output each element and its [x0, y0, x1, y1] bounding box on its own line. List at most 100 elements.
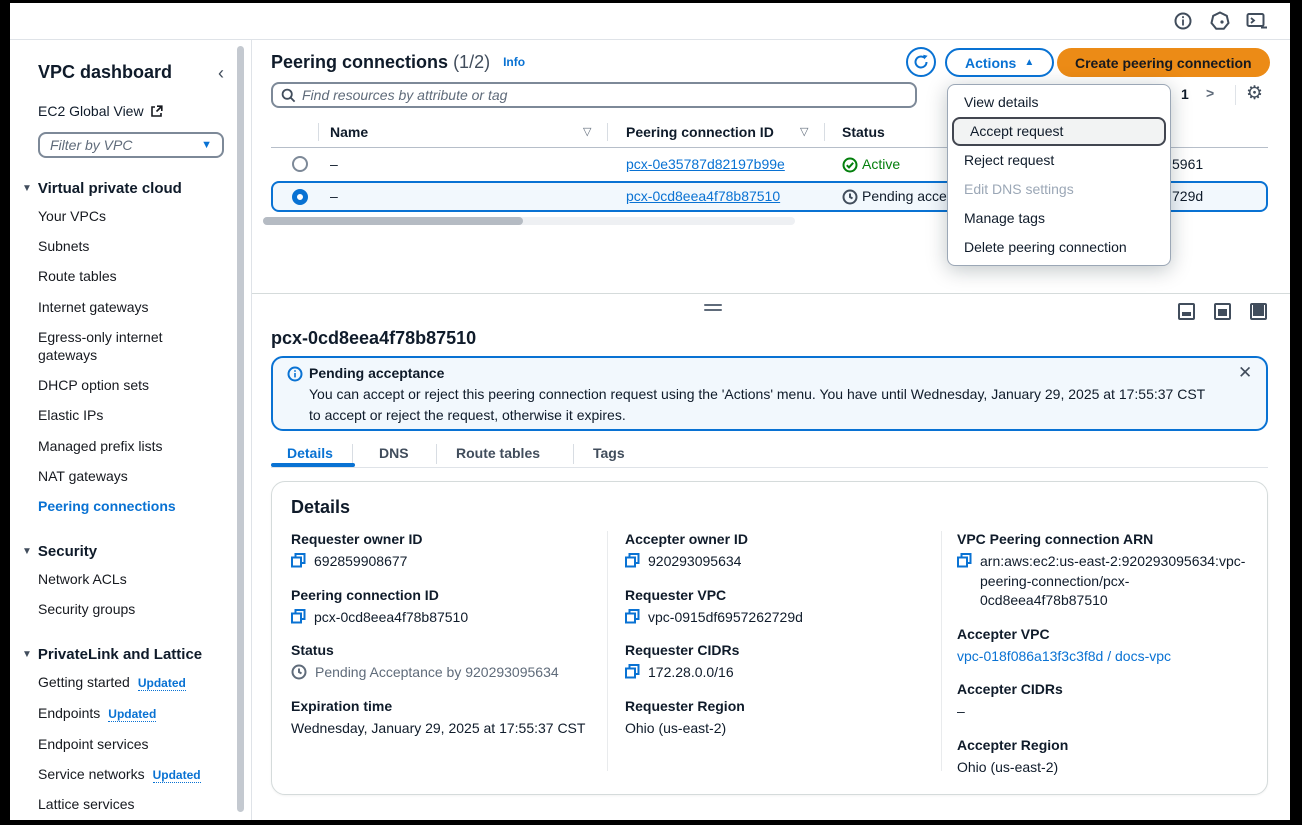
sidebar-item-lattice-services[interactable]: Lattice services	[38, 789, 224, 819]
accepter-vpc-link[interactable]: vpc-018f086a13f3c3f8d / docs-vpc	[957, 647, 1171, 667]
row-radio-unselected[interactable]	[292, 156, 308, 172]
horizontal-scrollbar-thumb[interactable]	[263, 217, 523, 225]
top-navigation-bar	[10, 3, 1290, 40]
chevron-down-icon: ▼	[201, 139, 212, 151]
sidebar-item-dhcp-option-sets[interactable]: DHCP option sets	[38, 370, 224, 400]
sidebar-item-network-acls[interactable]: Network ACLs	[38, 564, 224, 594]
field-requester-owner-id: Requester owner ID 692859908677	[291, 531, 591, 572]
panel-split-divider	[252, 293, 1290, 294]
sidebar-item-endpoints[interactable]: EndpointsUpdated	[38, 698, 224, 729]
column-separator	[318, 123, 319, 141]
panel-size-medium-icon[interactable]	[1214, 303, 1231, 320]
details-column-3: VPC Peering connection ARN arn:aws:ec2:u…	[957, 531, 1247, 793]
copy-icon[interactable]	[625, 609, 640, 624]
field-accepter-vpc: Accepter VPC vpc-018f086a13f3c3f8d / doc…	[957, 626, 1247, 667]
table-settings-gear-icon[interactable]: ⚙	[1246, 82, 1263, 105]
info-icon[interactable]	[1173, 11, 1193, 31]
section-caret-icon: ▼	[22, 546, 32, 557]
field-status: Status Pending Acceptance by 92029309563…	[291, 642, 591, 683]
tab-bottom-divider	[271, 467, 1268, 468]
actions-dropdown-menu: View details Accept request Reject reque…	[947, 84, 1171, 266]
cloudshell-icon[interactable]	[1246, 11, 1266, 31]
sidebar-collapse-icon[interactable]: ‹	[218, 64, 224, 82]
tab-separator	[352, 444, 353, 464]
copy-icon[interactable]	[957, 553, 972, 568]
close-icon[interactable]: ✕	[1238, 363, 1252, 383]
sidebar-item-getting-started[interactable]: Getting startedUpdated	[38, 667, 224, 698]
cell-name: –	[330, 156, 338, 172]
column-divider	[607, 531, 608, 771]
page-title: Peering connections (1/2) Info	[271, 52, 525, 73]
panel-size-small-icon[interactable]	[1178, 303, 1195, 320]
tab-route-tables[interactable]: Route tables	[456, 445, 540, 461]
sidebar-item-elastic-ips[interactable]: Elastic IPs	[38, 400, 224, 430]
column-header-status[interactable]: Status	[842, 124, 885, 140]
column-header-peering-connection-id[interactable]: Peering connection ID	[626, 124, 774, 140]
sidebar-item-subnets[interactable]: Subnets	[38, 231, 224, 261]
copy-icon[interactable]	[625, 553, 640, 568]
status-active-icon	[842, 157, 858, 178]
chevron-up-icon: ▲	[1024, 57, 1034, 68]
tab-separator	[436, 444, 437, 464]
tab-tags[interactable]: Tags	[593, 445, 625, 461]
refresh-icon	[913, 54, 929, 70]
menu-item-accept-request[interactable]: Accept request	[952, 117, 1166, 146]
sidebar-section-virtual-private-cloud[interactable]: ▼ Virtual private cloud	[22, 180, 224, 197]
panel-size-large-icon[interactable]	[1250, 303, 1267, 320]
sidebar-item-endpoint-services[interactable]: Endpoint services	[38, 729, 224, 759]
create-peering-connection-button[interactable]: Create peering connection	[1057, 48, 1270, 77]
refresh-button[interactable]	[906, 47, 936, 77]
peering-connection-id-link[interactable]: pcx-0e35787d82197b99e	[626, 156, 785, 172]
search-box	[271, 82, 917, 108]
field-requester-region: Requester Region Ohio (us-east-2)	[625, 698, 925, 739]
tab-dns[interactable]: DNS	[379, 445, 409, 461]
sidebar-item-your-vpcs[interactable]: Your VPCs	[38, 201, 224, 231]
banner-text-line2: to accept or reject the request, otherwi…	[309, 407, 626, 423]
copy-icon[interactable]	[625, 664, 640, 679]
actions-button[interactable]: Actions ▲	[945, 48, 1054, 77]
banner-text-line1: You can accept or reject this peering co…	[309, 386, 1205, 402]
peering-connection-id-link[interactable]: pcx-0cd8eea4f78b87510	[626, 188, 780, 204]
copy-icon[interactable]	[291, 553, 306, 568]
filter-caret-icon[interactable]: ▽	[583, 125, 591, 138]
sidebar-item-internet-gateways[interactable]: Internet gateways	[38, 292, 224, 322]
tab-details[interactable]: Details	[287, 445, 333, 461]
cell-name: –	[330, 188, 338, 204]
panel-drag-handle[interactable]	[704, 304, 722, 312]
copy-icon[interactable]	[291, 609, 306, 624]
sidebar-section-security[interactable]: ▼ Security	[22, 543, 224, 560]
menu-item-reject-request[interactable]: Reject request	[948, 146, 1170, 175]
sidebar-item-security-groups[interactable]: Security groups	[38, 594, 224, 624]
clock-icon	[291, 664, 307, 680]
filter-by-vpc-select[interactable]: Filter by VPC ▼	[38, 132, 224, 158]
pagination-current-page[interactable]: 1	[1181, 86, 1189, 102]
filter-caret-icon[interactable]: ▽	[800, 125, 808, 138]
details-column-1: Requester owner ID 692859908677 Peering …	[291, 531, 591, 753]
search-icon	[281, 88, 296, 103]
sidebar-scrollbar[interactable]	[237, 46, 244, 812]
sidebar-item-nat-gateways[interactable]: NAT gateways	[38, 461, 224, 491]
sidebar-item-route-tables[interactable]: Route tables	[38, 261, 224, 291]
sidebar-item-peering-connections[interactable]: Peering connections	[38, 491, 224, 521]
pagination-next-icon[interactable]: >	[1206, 85, 1214, 101]
menu-item-delete-peering-connection[interactable]: Delete peering connection	[948, 233, 1170, 262]
field-requester-vpc: Requester VPC vpc-0915df6957262729d	[625, 587, 925, 628]
menu-item-manage-tags[interactable]: Manage tags	[948, 204, 1170, 233]
pagination-divider	[1235, 85, 1236, 105]
row-radio-selected[interactable]	[292, 189, 308, 205]
info-link[interactable]: Info	[503, 55, 525, 69]
external-link-icon	[150, 105, 163, 118]
sidebar-item-service-networks[interactable]: Service networksUpdated	[38, 759, 224, 790]
sidebar-item-egress-only-internet-gateways[interactable]: Egress-only internet gateways	[38, 322, 224, 370]
sidebar-item-managed-prefix-lists[interactable]: Managed prefix lists	[38, 431, 224, 461]
search-input[interactable]	[302, 87, 907, 103]
column-header-name[interactable]: Name	[330, 124, 368, 140]
sidebar-item-ec2-global-view[interactable]: EC2 Global View	[38, 103, 224, 119]
field-requester-cidrs: Requester CIDRs 172.28.0.0/16	[625, 642, 925, 683]
resource-count: (1/2)	[453, 52, 490, 72]
sidebar-section-privatelink-and-lattice[interactable]: ▼ PrivateLink and Lattice	[22, 646, 224, 663]
amazon-q-icon[interactable]	[1210, 11, 1230, 31]
sidebar-divider	[251, 40, 252, 820]
truncated-requester-vpc-cell: 729d	[1172, 188, 1203, 204]
menu-item-view-details[interactable]: View details	[948, 88, 1170, 117]
